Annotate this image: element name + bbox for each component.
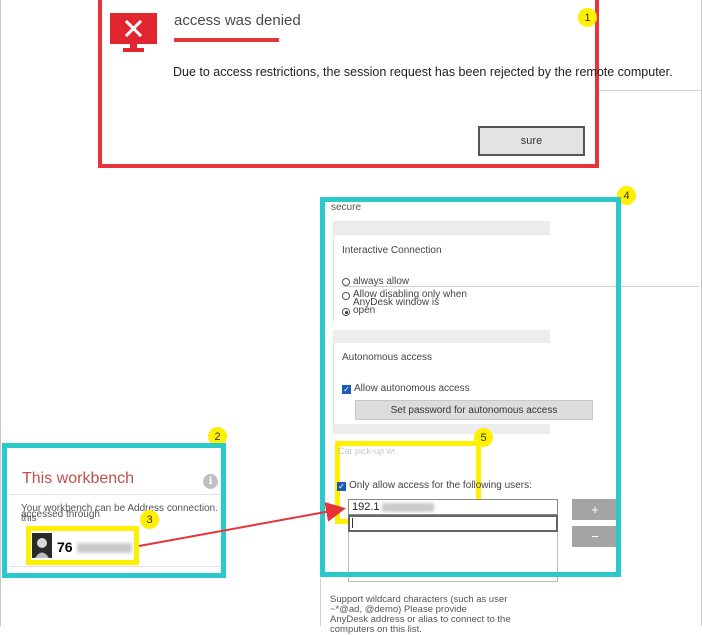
arrow-overlay [138, 502, 346, 547]
footnote-line-4: computers on this list. [330, 624, 422, 635]
connection-arrow [138, 502, 346, 547]
